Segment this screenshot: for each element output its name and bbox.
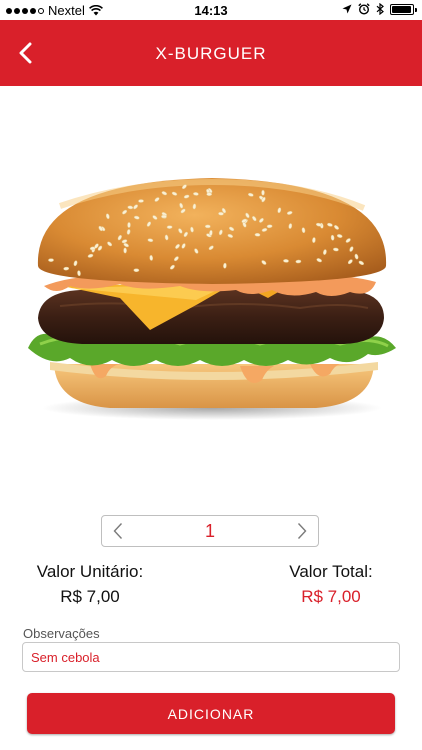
sesame-seed xyxy=(330,234,335,241)
sesame-seed xyxy=(161,214,167,219)
sesame-seed xyxy=(295,259,302,264)
sesame-seed xyxy=(312,237,316,243)
unit-price-label: Valor Unitário: xyxy=(36,562,144,581)
total-price: Valor Total: R$ 7,00 xyxy=(276,562,386,608)
notes-input[interactable] xyxy=(22,642,400,672)
sesame-seed xyxy=(218,211,224,216)
sesame-seed xyxy=(254,233,261,237)
status-right xyxy=(342,3,417,15)
sesame-seed xyxy=(127,222,131,228)
product-image xyxy=(0,86,422,496)
add-to-cart-button[interactable]: ADICIONAR xyxy=(27,693,395,734)
decrease-quantity-button[interactable] xyxy=(102,516,134,546)
battery-icon xyxy=(390,3,417,15)
sesame-seed xyxy=(261,189,265,196)
total-price-label: Valor Total: xyxy=(289,562,373,581)
unit-price: Valor Unitário: R$ 7,00 xyxy=(22,562,158,608)
quantity-stepper: 1 xyxy=(101,515,319,547)
location-arrow-icon xyxy=(342,4,352,14)
sesame-seed xyxy=(209,230,213,236)
chevron-right-icon xyxy=(297,523,307,539)
notes-label: Observações xyxy=(23,626,100,641)
unit-price-value: R$ 7,00 xyxy=(60,587,120,606)
sesame-seed xyxy=(206,192,213,196)
sesame-seed xyxy=(133,268,140,272)
sesame-seed xyxy=(223,262,227,269)
sesame-seed xyxy=(63,266,70,271)
sesame-seed xyxy=(149,255,153,261)
page-title: X-BURGUER xyxy=(155,44,267,63)
total-price-value: R$ 7,00 xyxy=(301,587,361,606)
quantity-value: 1 xyxy=(204,521,215,541)
alarm-clock-icon xyxy=(358,3,370,15)
chevron-left-icon xyxy=(113,523,123,539)
increase-quantity-button[interactable] xyxy=(286,516,318,546)
sesame-seed xyxy=(266,224,273,229)
status-bar: Nextel 14:13 xyxy=(0,0,422,20)
sesame-seed xyxy=(48,258,54,262)
sesame-seed xyxy=(138,199,144,203)
bluetooth-icon xyxy=(376,3,384,15)
sesame-seed xyxy=(204,224,211,229)
hamburger-photo xyxy=(28,178,396,420)
sesame-seed xyxy=(123,247,127,254)
app-header: X-BURGUER xyxy=(0,20,422,86)
sesame-seed xyxy=(283,259,289,263)
sesame-seed xyxy=(166,225,173,229)
